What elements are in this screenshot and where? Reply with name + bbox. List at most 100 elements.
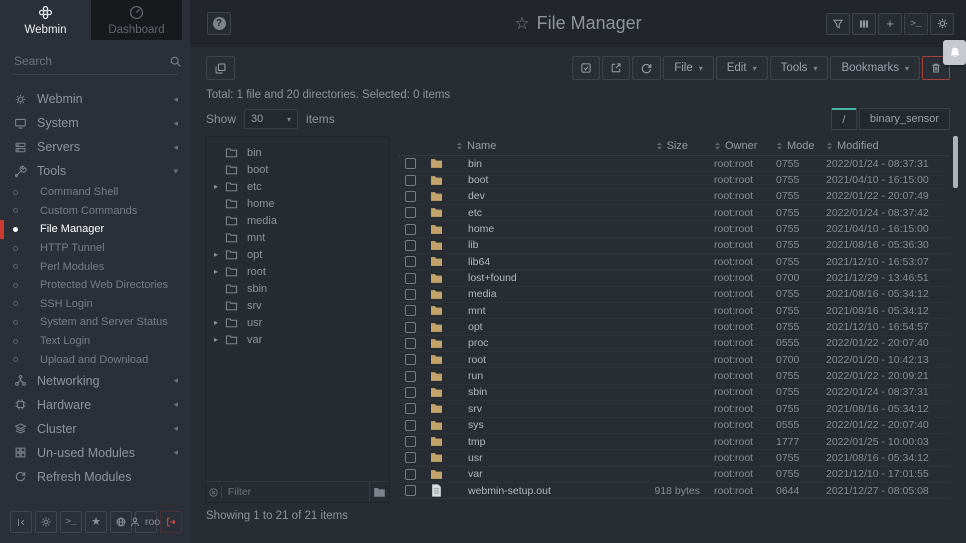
tree-node-srv[interactable]: srv	[206, 297, 389, 314]
row-checkbox[interactable]	[405, 485, 416, 496]
sidebar-item-system[interactable]: System◂	[0, 111, 190, 135]
sidebar-item-http-tunnel[interactable]: HTTP Tunnel	[0, 239, 190, 258]
search-input[interactable]	[14, 54, 169, 68]
sidebar-item-un-used-modules[interactable]: Un-used Modules◂	[0, 441, 190, 465]
tab-webmin[interactable]: Webmin	[0, 0, 91, 40]
table-row-root[interactable]: rootroot:root07002022/01/20 - 10:42:13	[398, 352, 950, 368]
check-square-button[interactable]	[572, 56, 600, 80]
tree-node-home[interactable]: home	[206, 195, 389, 212]
table-row-tmp[interactable]: tmproot:root17772022/01/25 - 10:00:03	[398, 434, 950, 450]
tree-node-etc[interactable]: ▸etc	[206, 178, 389, 195]
user-button[interactable]: root	[135, 511, 157, 533]
table-row-run[interactable]: runroot:root07552022/01/22 - 20:09:21	[398, 368, 950, 384]
sidebar-item-protected-web-directories[interactable]: Protected Web Directories	[0, 276, 190, 295]
tree-node-root[interactable]: ▸root	[206, 263, 389, 280]
row-checkbox[interactable]	[405, 224, 416, 235]
table-row-media[interactable]: mediaroot:root07552021/08/16 - 05:34:12	[398, 287, 950, 303]
tree-node-bin[interactable]: bin	[206, 144, 389, 161]
collapse-button[interactable]	[10, 511, 32, 533]
columns-button[interactable]	[852, 13, 876, 35]
sidebar-item-text-login[interactable]: Text Login	[0, 332, 190, 351]
table-row-usr[interactable]: usrroot:root07552021/08/16 - 05:34:12	[398, 450, 950, 466]
breadcrumb-current[interactable]: binary_sensor	[859, 108, 950, 130]
row-checkbox[interactable]	[405, 158, 416, 169]
expand-arrow-icon[interactable]: ▸	[214, 182, 225, 191]
sidebar-item-servers[interactable]: Servers◂	[0, 135, 190, 159]
table-row-home[interactable]: homeroot:root07552021/04/10 - 16:15:00	[398, 221, 950, 237]
scrollbar-thumb[interactable]	[953, 136, 958, 188]
table-row-lib[interactable]: libroot:root07552021/08/16 - 05:36:30	[398, 238, 950, 254]
row-checkbox[interactable]	[405, 289, 416, 300]
column-header-mode[interactable]: Mode	[776, 140, 826, 152]
tree-node-mnt[interactable]: mnt	[206, 229, 389, 246]
row-checkbox[interactable]	[405, 403, 416, 414]
sidebar-item-ssh-login[interactable]: SSH Login	[0, 295, 190, 314]
row-checkbox[interactable]	[405, 191, 416, 202]
plus-button[interactable]: +	[878, 13, 902, 35]
sidebar-item-refresh-modules[interactable]: Refresh Modules	[0, 465, 190, 489]
table-row-opt[interactable]: optroot:root07552021/12/10 - 16:54:57	[398, 319, 950, 335]
row-checkbox[interactable]	[405, 175, 416, 186]
row-checkbox[interactable]	[405, 338, 416, 349]
tab-dashboard[interactable]: Dashboard	[91, 0, 182, 40]
sidebar-item-tools[interactable]: Tools▾	[0, 159, 190, 183]
terminal-button[interactable]: >_	[60, 511, 82, 533]
sidebar-item-command-shell[interactable]: Command Shell	[0, 183, 190, 202]
terminal-button[interactable]: >_	[904, 13, 928, 35]
row-checkbox[interactable]	[405, 240, 416, 251]
sidebar-item-cluster[interactable]: Cluster◂	[0, 417, 190, 441]
tree-folder-button[interactable]	[369, 482, 389, 502]
expand-arrow-icon[interactable]: ▸	[214, 267, 225, 276]
table-row-sys[interactable]: sysroot:root05552022/01/22 - 20:07:40	[398, 418, 950, 434]
row-checkbox[interactable]	[405, 387, 416, 398]
table-row-sbin[interactable]: sbinroot:root07552022/01/24 - 08:37:31	[398, 385, 950, 401]
expand-arrow-icon[interactable]: ▸	[214, 250, 225, 259]
row-checkbox[interactable]	[405, 469, 416, 480]
clone-tab-button[interactable]	[206, 56, 235, 80]
table-row-lib64[interactable]: lib64root:root07552021/12/10 - 16:53:07	[398, 254, 950, 270]
menu-bookmarks[interactable]: Bookmarks▾	[830, 56, 920, 80]
filter-button[interactable]	[826, 13, 850, 35]
table-row-boot[interactable]: bootroot:root07552021/04/10 - 16:15:00	[398, 172, 950, 188]
sidebar-item-upload-and-download[interactable]: Upload and Download	[0, 350, 190, 369]
sidebar-item-custom-commands[interactable]: Custom Commands	[0, 202, 190, 221]
menu-edit[interactable]: Edit▾	[716, 56, 768, 80]
column-header-owner[interactable]: Owner	[714, 140, 776, 152]
table-row-lost-found[interactable]: lost+foundroot:root07002021/12/29 - 13:4…	[398, 270, 950, 286]
sidebar-item-file-manager[interactable]: File Manager	[0, 220, 190, 239]
table-row-proc[interactable]: procroot:root05552022/01/22 - 20:07:40	[398, 336, 950, 352]
table-row-webmin-setup-out[interactable]: webmin-setup.out918 bytesroot:root064420…	[398, 483, 950, 499]
row-checkbox[interactable]	[405, 452, 416, 463]
expand-arrow-icon[interactable]: ▸	[214, 335, 225, 344]
row-checkbox[interactable]	[405, 305, 416, 316]
row-checkbox[interactable]	[405, 322, 416, 333]
tree-node-opt[interactable]: ▸opt	[206, 246, 389, 263]
table-row-srv[interactable]: srvroot:root07552021/08/16 - 05:34:12	[398, 401, 950, 417]
row-checkbox[interactable]	[405, 256, 416, 267]
tree-node-boot[interactable]: boot	[206, 161, 389, 178]
sidebar-item-hardware[interactable]: Hardware◂	[0, 393, 190, 417]
column-header-size[interactable]: Size	[624, 140, 714, 152]
tree-node-usr[interactable]: ▸usr	[206, 314, 389, 331]
row-checkbox[interactable]	[405, 207, 416, 218]
table-row-dev[interactable]: devroot:root07552022/01/22 - 20:07:49	[398, 189, 950, 205]
table-row-mnt[interactable]: mntroot:root07552021/08/16 - 05:34:12	[398, 303, 950, 319]
breadcrumb-root[interactable]: /	[831, 108, 857, 130]
sidebar-item-perl-modules[interactable]: Perl Modules	[0, 257, 190, 276]
sun-button[interactable]	[35, 511, 57, 533]
sidebar-item-networking[interactable]: Networking◂	[0, 369, 190, 393]
star-button[interactable]: ★	[85, 511, 107, 533]
gear-button[interactable]	[930, 13, 954, 35]
row-checkbox[interactable]	[405, 420, 416, 431]
notification-bell[interactable]	[943, 40, 966, 65]
expand-arrow-icon[interactable]: ▸	[214, 318, 225, 327]
tree-filter-input[interactable]	[222, 486, 369, 498]
share-button[interactable]	[602, 56, 630, 80]
menu-file[interactable]: File▾	[663, 56, 714, 80]
row-checkbox[interactable]	[405, 371, 416, 382]
column-header-modified[interactable]: Modified	[826, 140, 950, 152]
tree-node-sbin[interactable]: sbin	[206, 280, 389, 297]
tree-node-var[interactable]: ▸var	[206, 331, 389, 348]
clear-filter-icon[interactable]	[206, 487, 221, 498]
help-button[interactable]: ?	[207, 12, 231, 35]
